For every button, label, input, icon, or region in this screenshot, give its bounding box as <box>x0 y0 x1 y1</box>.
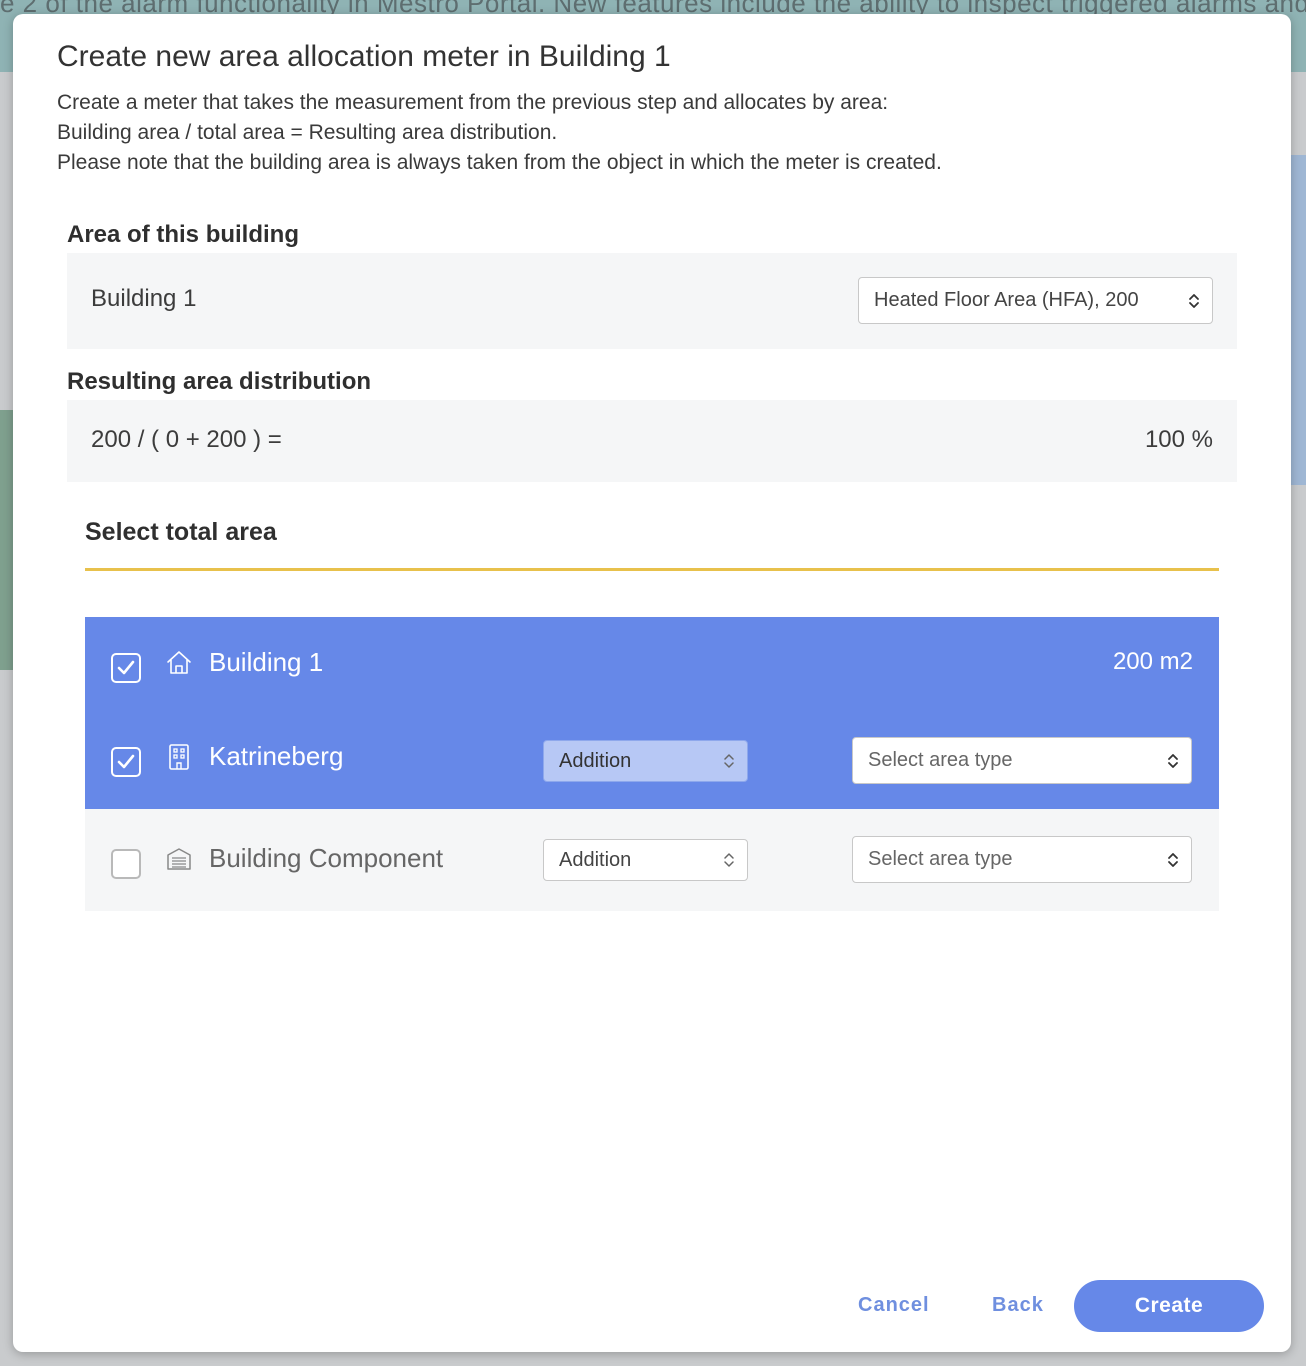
total-area-tree: Building 1 200 m2 Katrineberg Addition S… <box>85 617 1219 911</box>
description-line: Create a meter that takes the measuremen… <box>57 91 889 114</box>
distribution-box: 200 / ( 0 + 200 ) = 100 % <box>67 400 1237 482</box>
operation-select-building-component[interactable]: Addition <box>543 839 748 881</box>
total-area-label: Select total area <box>85 518 277 546</box>
cancel-button[interactable]: Cancel <box>858 1294 930 1317</box>
distribution-formula: 200 / ( 0 + 200 ) = <box>91 426 282 453</box>
area-type-placeholder: Select area type <box>868 848 1013 870</box>
area-type-placeholder: Select area type <box>868 749 1013 771</box>
area-type-select[interactable]: Heated Floor Area (HFA), 200 <box>858 277 1213 324</box>
area-type-select-katrineberg[interactable]: Select area type <box>852 737 1192 784</box>
description-line: Please note that the building area is al… <box>57 151 942 174</box>
modal-description: Create a meter that takes the measuremen… <box>57 88 942 178</box>
building-icon <box>169 744 189 770</box>
area-building-name: Building 1 <box>91 285 197 312</box>
updown-chevron-icon <box>724 853 734 867</box>
tree-row-katrineberg: Katrineberg Addition Select area type <box>85 713 1219 809</box>
distribution-section-label: Resulting area distribution <box>67 368 372 395</box>
house-icon <box>167 651 191 674</box>
modal-title: Create new area allocation meter in Buil… <box>57 40 671 73</box>
checkbox-building-component[interactable] <box>111 849 141 879</box>
operation-select-value: Addition <box>559 848 632 871</box>
updown-chevron-icon <box>1168 852 1178 867</box>
operation-select-value: Addition <box>559 749 632 772</box>
area-box: Building 1 Heated Floor Area (HFA), 200 <box>67 253 1237 349</box>
checkbox-katrineberg[interactable] <box>111 747 141 777</box>
distribution-result: 100 % <box>1144 426 1213 453</box>
tree-row-building-1: Building 1 200 m2 <box>85 617 1219 713</box>
area-type-select-building-component[interactable]: Select area type <box>852 836 1192 883</box>
back-button[interactable]: Back <box>992 1294 1044 1317</box>
area-type-select-value: Heated Floor Area (HFA), 200 <box>874 289 1139 311</box>
checkbox-building-1[interactable] <box>111 653 141 683</box>
updown-chevron-icon <box>724 754 734 768</box>
updown-chevron-icon <box>1189 293 1199 308</box>
row-name-katrineberg: Katrineberg <box>209 741 344 771</box>
row-value-building-1: 200 m2 <box>1112 648 1193 675</box>
building-component-icon <box>167 848 191 870</box>
row-name-building-1: Building 1 <box>209 647 324 677</box>
create-meter-modal: Create new area allocation meter in Buil… <box>13 14 1291 1352</box>
background-left-strip <box>0 410 13 670</box>
updown-chevron-icon <box>1168 753 1178 768</box>
area-section-label: Area of this building <box>67 221 299 248</box>
description-line: Building area / total area = Resulting a… <box>57 121 558 144</box>
create-button[interactable]: Create <box>1074 1280 1264 1332</box>
total-area-underline <box>85 568 1219 571</box>
operation-select-katrineberg[interactable]: Addition <box>543 740 748 782</box>
background-right-panel <box>1290 155 1306 485</box>
checkmark-icon <box>117 660 135 675</box>
row-name-building-component: Building Component <box>209 843 444 873</box>
checkmark-icon <box>117 754 135 769</box>
tree-row-building-component: Building Component Addition Select area … <box>85 809 1219 911</box>
